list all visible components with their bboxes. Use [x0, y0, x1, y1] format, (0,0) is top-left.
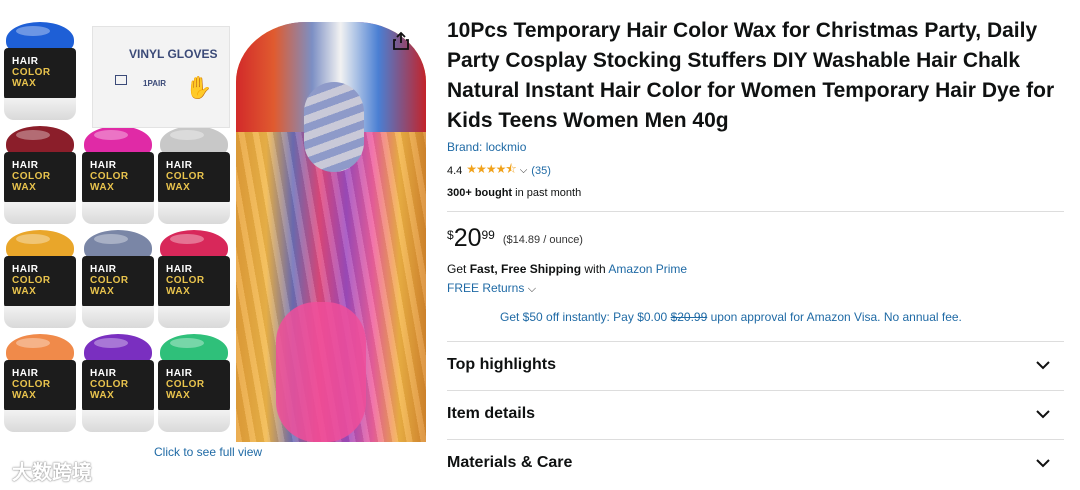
jar-label-color-wax: COLOR WAX [166, 171, 205, 193]
shipping-info: Get Fast, Free Shipping with Amazon Prim… [447, 262, 688, 276]
hair-wax-jar: HAIR COLOR WAX [82, 230, 154, 328]
free-returns-link[interactable]: FREE Returns ⌵ [447, 281, 1064, 296]
product-info: 10Pcs Temporary Hair Color Wax for Chris… [447, 16, 1064, 324]
review-count-link[interactable]: (35) [531, 165, 551, 177]
glove-icon: ✋ [185, 75, 213, 100]
hair-wax-jar: HAIR COLOR WAX [82, 126, 154, 224]
share-icon[interactable] [390, 30, 412, 52]
price-whole: 20 [453, 224, 482, 252]
accordion-label: Top highlights [447, 356, 557, 373]
hair-wax-jar: HAIR COLOR WAX [158, 230, 230, 328]
accordion-materials-care[interactable]: Materials & Care [447, 439, 1064, 488]
vinyl-gloves-pack: VINYL GLOVES 1PAIR ✋ [92, 26, 230, 128]
jar-label-hair: HAIR [166, 264, 193, 275]
braid-graphic [304, 82, 364, 172]
hair-wax-jar: HAIR COLOR WAX [4, 230, 76, 328]
jar-label-hair: HAIR [90, 368, 117, 379]
rating-row: 4.4 ★★★★⯪ ⌵ (35) [447, 160, 1064, 181]
jar-label-hair: HAIR [12, 264, 39, 275]
price-per-unit: ($14.89 / ounce) [502, 234, 583, 246]
brand-link[interactable]: Brand: lockmio [447, 140, 1064, 154]
accordion-label: Item details [447, 405, 536, 422]
chevron-down-icon [1036, 361, 1050, 370]
hair-wax-jar: HAIR COLOR WAX [158, 126, 230, 224]
jar-label-hair: HAIR [166, 368, 193, 379]
gloves-pair-label: 1PAIR [143, 79, 166, 88]
jar-label-hair: HAIR [90, 264, 117, 275]
chevron-down-icon [1036, 410, 1050, 419]
jar-label-color-wax: COLOR WAX [12, 67, 51, 89]
hair-wax-jar: HAIR COLOR WAX [82, 334, 154, 432]
jar-label-color-wax: COLOR WAX [166, 379, 205, 401]
hair-wax-jar: HAIR COLOR WAX [4, 22, 76, 120]
hair-wax-jar: HAIR COLOR WAX [4, 126, 76, 224]
jar-label-color-wax: COLOR WAX [90, 275, 129, 297]
chevron-down-icon[interactable]: ⌵ [520, 165, 528, 176]
visa-promo-link[interactable]: Get $50 off instantly: Pay $0.00 $20.99 … [447, 310, 1064, 324]
bought-suffix: in past month [512, 187, 582, 199]
price-fraction: 99 [481, 228, 495, 242]
accordion-label: Materials & Care [447, 454, 573, 471]
shipping-speed: Fast, Free Shipping [469, 262, 582, 276]
jar-label-color-wax: COLOR WAX [12, 275, 51, 297]
promo-strike-price: $20.99 [670, 310, 708, 324]
star-rating-icon[interactable]: ★★★★⯪ [466, 160, 516, 181]
chevron-down-icon [1036, 459, 1050, 468]
price-symbol: $ [447, 228, 454, 242]
hair-wax-jar: HAIR COLOR WAX [158, 334, 230, 432]
divider [447, 211, 1064, 212]
main-product-image[interactable] [236, 22, 426, 442]
price: $ 20 99 ($14.89 / ounce) [447, 224, 1064, 252]
hair-wax-jar: HAIR COLOR WAX [4, 334, 76, 432]
accordion-item-details[interactable]: Item details [447, 390, 1064, 439]
jar-label-hair: HAIR [12, 56, 39, 67]
jar-label-color-wax: COLOR WAX [12, 379, 51, 401]
bought-count: 300+ bought [447, 187, 513, 199]
jar-label-color-wax: COLOR WAX [90, 379, 129, 401]
see-full-view-link[interactable]: Click to see full view [154, 445, 262, 459]
watermark: 大数跨境 [12, 462, 92, 484]
rating-value: 4.4 [447, 164, 463, 177]
jar-label-color-wax: COLOR WAX [90, 171, 129, 193]
amazon-prime-link[interactable]: Amazon Prime [608, 262, 687, 276]
product-title: 10Pcs Temporary Hair Color Wax for Chris… [447, 19, 1055, 132]
jar-label-hair: HAIR [90, 160, 117, 171]
chevron-down-icon: ⌵ [527, 283, 537, 295]
image-gallery: HAIR COLOR WAX HAIR COLOR WAX HAIR COLOR WAX H… [0, 0, 430, 490]
jar-label-color-wax: COLOR WAX [166, 275, 205, 297]
jar-label-color-wax: COLOR WAX [12, 171, 51, 193]
gloves-title: VINYL GLOVES [129, 47, 218, 61]
jar-label-hair: HAIR [12, 160, 39, 171]
gloves-checkbox-graphic [115, 75, 127, 85]
bought-in-past-month: 300+ bought in past month [447, 187, 1064, 199]
jar-label-hair: HAIR [12, 368, 39, 379]
jar-label-hair: HAIR [166, 160, 193, 171]
accordion-top-highlights[interactable]: Top highlights [447, 341, 1064, 390]
